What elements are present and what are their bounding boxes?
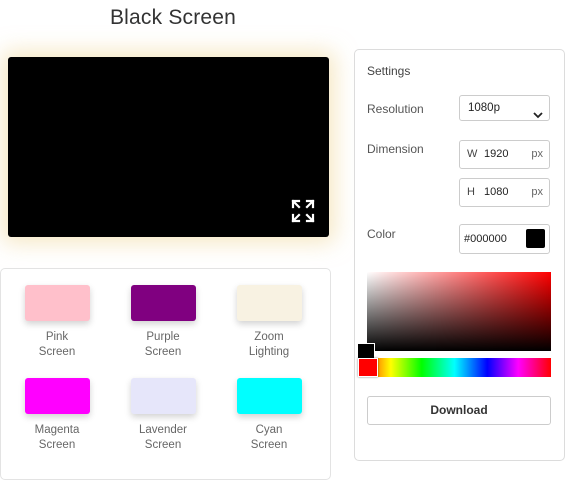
preset-lavender-screen[interactable]: Lavender Screen: [113, 378, 213, 453]
color-hex-value: #000000: [464, 233, 507, 245]
width-value: 1920: [484, 148, 509, 160]
purple-swatch: [130, 285, 196, 321]
color-preview-chip[interactable]: [526, 229, 545, 248]
color-label: Color: [367, 227, 396, 241]
preset-label: Zoom Lighting: [248, 331, 290, 358]
screen-presets-panel: Pink Screen Purple Screen Zoom Lighting …: [0, 268, 331, 480]
height-unit: px: [531, 186, 543, 198]
preset-pink-screen[interactable]: Pink Screen: [7, 285, 107, 360]
chevron-down-icon: [533, 104, 543, 128]
color-hex-input[interactable]: #000000: [459, 224, 550, 254]
width-prefix: W: [467, 148, 478, 160]
height-input[interactable]: H 1080 px: [459, 178, 550, 207]
hue-slider[interactable]: [358, 358, 551, 377]
width-input[interactable]: W 1920 px: [459, 140, 550, 169]
preset-purple-screen[interactable]: Purple Screen: [113, 285, 213, 360]
preset-zoom-lighting[interactable]: Zoom Lighting: [219, 285, 319, 360]
saturation-picker[interactable]: [357, 272, 551, 361]
hue-handle[interactable]: [358, 358, 378, 377]
preset-magenta-screen[interactable]: Magenta Screen: [7, 378, 107, 453]
preset-label: Pink Screen: [38, 331, 76, 358]
preset-label: Cyan Screen: [250, 424, 288, 451]
resolution-select[interactable]: 1080p: [459, 95, 550, 121]
zoom-lighting-swatch: [236, 285, 302, 321]
lavender-swatch: [130, 378, 196, 414]
page-title: Black Screen: [109, 6, 237, 29]
download-button[interactable]: Download: [367, 396, 551, 425]
settings-title: Settings: [367, 64, 411, 78]
height-value: 1080: [484, 186, 509, 198]
magenta-swatch: [24, 378, 90, 414]
preset-label: Magenta Screen: [34, 424, 80, 451]
fullscreen-icon[interactable]: [291, 199, 315, 223]
preset-cyan-screen[interactable]: Cyan Screen: [219, 378, 319, 453]
height-prefix: H: [467, 186, 475, 198]
dimension-label: Dimension: [367, 142, 424, 156]
settings-panel: Settings Resolution 1080p Dimension W 19…: [354, 49, 565, 461]
width-unit: px: [531, 148, 543, 160]
preset-label: Purple Screen: [144, 331, 182, 358]
screen-preview[interactable]: [8, 57, 329, 237]
cyan-swatch: [236, 378, 302, 414]
pink-swatch: [24, 285, 90, 321]
resolution-value: 1080p: [468, 102, 500, 114]
resolution-label: Resolution: [367, 102, 424, 116]
preset-label: Lavender Screen: [139, 424, 187, 451]
